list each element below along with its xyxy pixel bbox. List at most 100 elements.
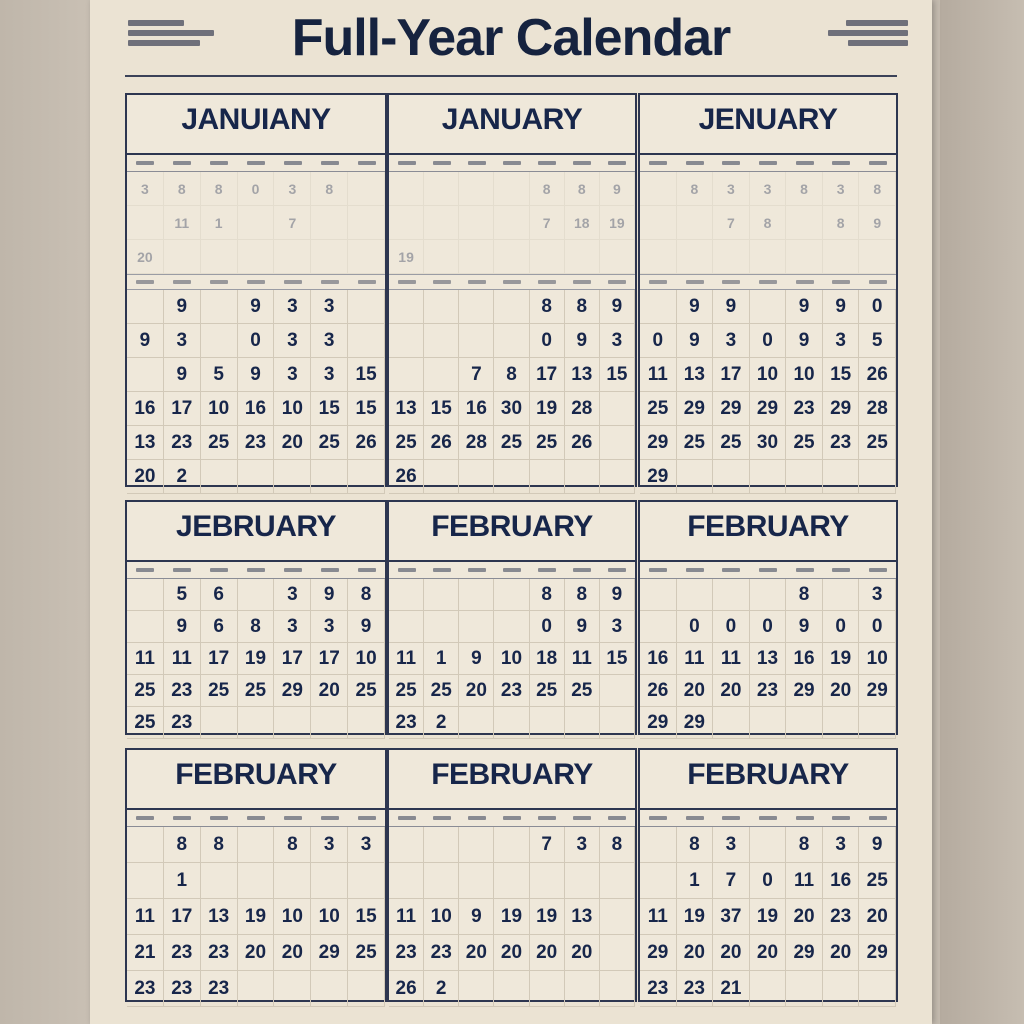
day-cell: 9 xyxy=(163,290,201,324)
weekday-header xyxy=(200,562,238,579)
day-cell: 8 xyxy=(529,579,565,611)
day-cell: 0 xyxy=(529,611,565,643)
day-cell xyxy=(389,290,425,324)
weekday-header xyxy=(348,155,385,172)
day-cell: 3 xyxy=(274,358,312,392)
day-cell xyxy=(389,611,425,643)
day-cell: 25 xyxy=(389,426,425,460)
day-grid: 3 8 8 0 3 8 11 1 7 20 9 9 3 3 9 3 0 3 3 9 5 9 3 3 15 16 17 10 16 10 15… xyxy=(127,153,385,494)
day-cell: 0 xyxy=(640,324,677,358)
day-cell: 3 xyxy=(713,324,750,358)
day-cell: 9 xyxy=(564,324,600,358)
day-cell: 9 xyxy=(676,324,714,358)
weekday-header-row xyxy=(127,274,385,290)
day-cell: 8 xyxy=(822,206,860,240)
day-cell: 25 xyxy=(200,675,238,707)
day-cell: 9 xyxy=(127,324,164,358)
day-cell: 13 xyxy=(676,358,714,392)
header-rule xyxy=(125,75,897,77)
day-cell: 29 xyxy=(640,935,677,971)
day-cell xyxy=(424,611,460,643)
day-cell xyxy=(749,240,787,274)
day-cell: 29 xyxy=(786,935,823,971)
day-cell xyxy=(389,358,425,392)
day-cell xyxy=(200,863,238,899)
day-cell xyxy=(424,358,460,392)
day-cell xyxy=(348,324,385,358)
day-cell: 16 xyxy=(459,392,495,426)
day-cell: 23 xyxy=(822,899,860,935)
day-cell xyxy=(424,460,460,494)
month-panel: JANUIANY 3 8 8 0 3 8 11 1 7 20 9 9 3 3 9 3 0 3 3 9 5 9 3 3 15 16 17… xyxy=(125,93,387,494)
day-cell: 21 xyxy=(127,935,164,971)
day-cell xyxy=(599,426,635,460)
day-cell: 3 xyxy=(274,579,312,611)
day-cell: 20 xyxy=(459,935,495,971)
day-cell xyxy=(459,324,495,358)
day-cell xyxy=(459,971,495,1007)
day-cell: 10 xyxy=(274,392,312,426)
day-cell xyxy=(676,460,714,494)
page-title: Full-Year Calendar xyxy=(291,9,732,67)
day-cell: 18 xyxy=(564,206,600,240)
day-cell: 20 xyxy=(786,899,823,935)
month-name: FEBRUARY xyxy=(431,758,593,791)
day-cell: 17 xyxy=(274,643,312,675)
day-cell: 20 xyxy=(859,899,896,935)
day-cell xyxy=(786,206,823,240)
day-cell xyxy=(389,579,425,611)
day-cell xyxy=(237,206,275,240)
day-cell xyxy=(389,324,425,358)
day-cell: 20 xyxy=(822,935,860,971)
day-cell: 20 xyxy=(311,675,349,707)
day-cell: 20 xyxy=(127,460,164,494)
day-cell xyxy=(749,971,787,1007)
day-cell: 25 xyxy=(529,426,565,460)
day-cell xyxy=(459,206,495,240)
day-cell: 19 xyxy=(237,899,275,935)
day-cell: 25 xyxy=(676,426,714,460)
day-cell: 26 xyxy=(564,426,600,460)
day-cell: 13 xyxy=(200,899,238,935)
day-cell: 3 xyxy=(713,172,750,206)
day-grid: 8 8 9 0 9 3 11 1 9 10 18 11 15 25 25 20 23 25 25 23 2 xyxy=(389,560,635,739)
day-cell: 20 xyxy=(237,935,275,971)
day-cell: 7 xyxy=(274,206,312,240)
day-cell xyxy=(599,899,635,935)
day-cell: 11 xyxy=(640,899,677,935)
month-panel: FEBRUARY 8 8 9 0 9 3 11 1 9 10 18 11 15 25 25 20 23 25 25 23… xyxy=(387,500,637,739)
day-cell: 16 xyxy=(786,643,823,675)
day-cell: 3 xyxy=(274,324,312,358)
header-fine-print-right xyxy=(828,20,908,46)
day-cell: 3 xyxy=(822,172,860,206)
day-cell: 20 xyxy=(676,675,714,707)
month-name: JANUARY xyxy=(441,103,583,136)
month-panel: FEBRUARY 8 3 8 3 9 1 7 0 11 16 25 11 19 37 19 20 23 20 29 20… xyxy=(638,748,898,1007)
day-cell: 10 xyxy=(200,392,238,426)
day-cell: 9 xyxy=(599,290,635,324)
day-cell xyxy=(859,707,896,739)
day-cell: 1 xyxy=(163,863,201,899)
day-cell xyxy=(348,971,385,1007)
day-cell: 23 xyxy=(127,971,164,1007)
day-cell xyxy=(599,707,635,739)
day-cell: 0 xyxy=(822,611,860,643)
weekday-header xyxy=(676,562,714,579)
weekday-header xyxy=(713,562,750,579)
month-name: JANUIANY xyxy=(181,103,331,136)
day-cell: 26 xyxy=(640,675,677,707)
day-cell: 9 xyxy=(859,206,896,240)
day-cell xyxy=(389,827,425,863)
weekday-header xyxy=(200,810,238,827)
weekday-header xyxy=(529,155,565,172)
weekday-header xyxy=(786,562,823,579)
day-cell: 8 xyxy=(200,172,238,206)
day-cell: 8 xyxy=(163,172,201,206)
day-cell: 26 xyxy=(389,971,425,1007)
month-panel: JANUARY 8 8 9 7 18 19 19 8 8 9 0 9 3 7 8 17 13 15 13 15 16 30 1… xyxy=(387,93,637,494)
day-cell: 8 xyxy=(676,172,714,206)
day-cell xyxy=(640,172,677,206)
weekday-header xyxy=(822,810,860,827)
day-cell xyxy=(749,827,787,863)
day-grid: 8 3 8 3 9 1 7 0 11 16 25 11 19 37 19 20 23 20 29 20 20 20 29 20… xyxy=(640,808,896,1007)
